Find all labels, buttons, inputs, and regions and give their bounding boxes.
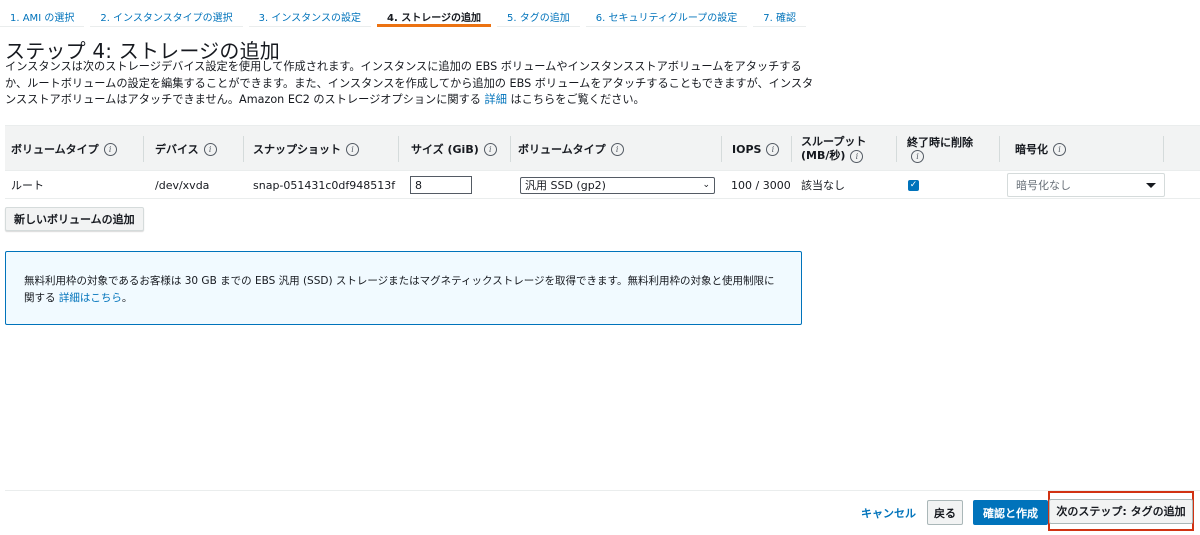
size-input[interactable] [410, 176, 472, 194]
info-icon[interactable]: i [610, 142, 624, 156]
description-text: インスタンスは次のストレージデバイス設定を使用して作成されます。インスタンスに追… [5, 60, 814, 106]
free-tier-info-box: 無料利用枠の対象であるお客様は 30 GB までの EBS 汎用 (SSD) ス… [5, 251, 802, 325]
caret-down-icon [1146, 182, 1156, 188]
next-step-highlight: 次のステップ: タグの追加 [1048, 491, 1194, 531]
step-tab-ami[interactable]: 1. AMI の選択 [0, 0, 85, 27]
column-divider [1163, 136, 1164, 162]
info-icon[interactable]: i [911, 149, 924, 163]
column-header-device: デバイス i [155, 126, 217, 172]
table-row: ルート /dev/xvda snap-051431c0df948513f 汎用 … [5, 171, 1200, 199]
volume-type-select[interactable]: 汎用 SSD (gp2) ⌄ [520, 176, 715, 194]
footer-divider [5, 490, 1200, 491]
encryption-selected-value: 暗号化なし [1016, 179, 1071, 192]
table-header: ボリュームタイプ i デバイス i スナップショット i サイズ (GiB) i… [5, 125, 1200, 171]
info-icon[interactable]: i [483, 142, 497, 156]
step-tab-instance-type[interactable]: 2. インスタンスタイプの選択 [90, 0, 243, 27]
column-header-label: ボリュームタイプ [11, 143, 99, 156]
column-header-label: デバイス [155, 143, 199, 156]
wizard-steps: 1. AMI の選択 2. インスタンスタイプの選択 3. インスタンスの設定 … [0, 0, 812, 27]
column-divider [398, 136, 399, 162]
column-divider [243, 136, 244, 162]
back-button[interactable]: 戻る [927, 500, 963, 525]
column-header-label-line2: (MB/秒) i [801, 149, 864, 163]
info-icon[interactable]: i [1053, 142, 1066, 156]
info-icon[interactable]: i [103, 142, 117, 156]
info-icon[interactable]: i [203, 142, 217, 156]
column-divider [999, 136, 1000, 162]
column-header-label: IOPS [732, 142, 762, 156]
column-divider [510, 136, 511, 162]
cell-snapshot: snap-051431c0df948513f [253, 178, 396, 192]
description-suffix: はこちらをご覧ください。 [510, 93, 645, 106]
column-header-label: スナップショット [253, 143, 341, 156]
column-divider [791, 136, 792, 162]
step-tab-storage[interactable]: 4. ストレージの追加 [376, 0, 492, 27]
column-header-volume-kind: ボリュームタイプ i [518, 126, 624, 172]
cell-size [410, 171, 472, 199]
chevron-down-icon: ⌄ [702, 180, 710, 190]
cell-volume-type: ルート [11, 179, 44, 192]
info-box-text: 無料利用枠の対象であるお客様は 30 GB までの EBS 汎用 (SSD) ス… [24, 275, 775, 304]
info-icon[interactable]: i [346, 142, 359, 156]
info-icon[interactable]: i [850, 149, 864, 163]
cancel-button[interactable]: キャンセル [855, 501, 922, 525]
step-tab-tags[interactable]: 5. タグの追加 [497, 0, 580, 27]
column-header-encryption: 暗号化 i [1015, 126, 1066, 172]
column-header-label: サイズ (GiB) [411, 143, 479, 156]
info-box-suffix: 。 [121, 292, 133, 304]
free-tier-details-link[interactable]: 詳細はこちら [59, 292, 122, 304]
page-description: インスタンスは次のストレージデバイス設定を使用して作成されます。インスタンスに追… [5, 59, 815, 109]
column-header-size: サイズ (GiB) i [411, 126, 497, 172]
info-icon[interactable]: i [766, 142, 780, 156]
column-header-label: スループット [801, 135, 867, 148]
column-header-label: 暗号化 [1015, 143, 1048, 156]
step-tab-security-group[interactable]: 6. セキュリティグループの設定 [585, 0, 748, 27]
column-header-label: ボリュームタイプ [518, 143, 606, 156]
column-header-iops: IOPS i [732, 126, 780, 172]
storage-options-details-link[interactable]: 詳細 [485, 93, 507, 106]
column-divider [143, 136, 144, 162]
cell-delete-on-termination: ✓ [908, 171, 919, 199]
column-header-snapshot: スナップショット i [253, 126, 359, 172]
step-tab-review[interactable]: 7. 確認 [753, 0, 807, 27]
column-header-throughput: スループット (MB/秒) i [801, 126, 866, 172]
cell-device: /dev/xvda [155, 178, 210, 192]
cell-iops: 100 / 3000 [731, 178, 791, 192]
column-divider [896, 136, 897, 162]
next-step-add-tags-button[interactable]: 次のステップ: タグの追加 [1049, 498, 1193, 524]
cell-throughput: 該当なし [801, 179, 845, 192]
column-header-label: 終了時に削除 [907, 135, 973, 149]
review-and-launch-button[interactable]: 確認と作成 [973, 500, 1048, 525]
column-header-delete-on-termination: 終了時に削除 i [907, 126, 973, 172]
cell-encryption: 暗号化なし [1007, 171, 1165, 199]
volume-type-selected-value: 汎用 SSD (gp2) [525, 179, 606, 192]
column-header-volume-type: ボリュームタイプ i [11, 126, 117, 172]
storage-table: ボリュームタイプ i デバイス i スナップショット i サイズ (GiB) i… [5, 125, 1200, 199]
delete-on-termination-checkbox[interactable]: ✓ [908, 179, 919, 191]
cell-volume-kind: 汎用 SSD (gp2) ⌄ [520, 171, 715, 199]
column-divider [721, 136, 722, 162]
add-new-volume-button[interactable]: 新しいボリュームの追加 [5, 207, 144, 231]
step-tab-instance-config[interactable]: 3. インスタンスの設定 [248, 0, 371, 27]
encryption-select[interactable]: 暗号化なし [1007, 173, 1165, 197]
